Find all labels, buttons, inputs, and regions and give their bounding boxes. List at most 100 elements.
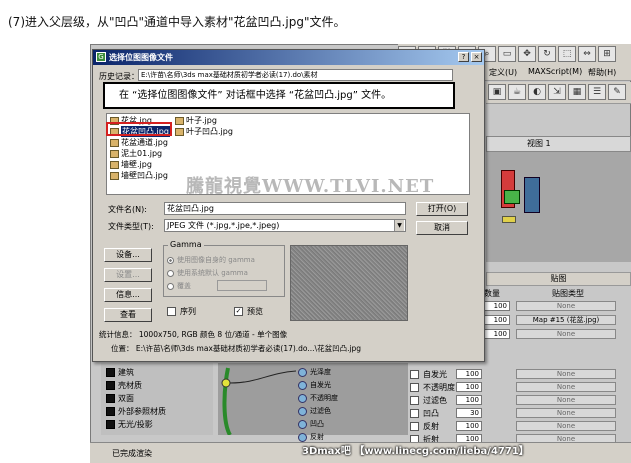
filename-label: 文件名(N): bbox=[108, 205, 147, 214]
help-button[interactable]: ? bbox=[458, 52, 469, 62]
material-swatch-icon bbox=[106, 367, 115, 377]
file-column-2: 叶子.jpg 叶子凹凸.jpg bbox=[175, 115, 233, 137]
render-icon[interactable]: ▣ bbox=[488, 84, 506, 100]
file-item[interactable]: 叶子凹凸.jpg bbox=[175, 126, 233, 137]
map-slot-3[interactable]: None bbox=[516, 369, 616, 379]
file-item[interactable]: 花盆通道.jpg bbox=[110, 137, 170, 148]
map-slot-1[interactable]: Map #15 (花盆.jpg) bbox=[516, 315, 616, 325]
map-amount-6[interactable]: 30 bbox=[456, 408, 482, 418]
map-check[interactable] bbox=[410, 422, 419, 431]
map-amount-2[interactable]: 100 bbox=[484, 329, 510, 339]
map-slot-2[interactable]: None bbox=[516, 329, 616, 339]
assign-icon[interactable]: ⇲ bbox=[548, 84, 566, 100]
map-slot-5[interactable]: None bbox=[516, 395, 616, 405]
menu-maxscript[interactable]: MAXScript(M) bbox=[528, 67, 582, 76]
bottom-watermark: 3Dmax吧 【www.linecg.com/lieba/4771】 bbox=[302, 446, 529, 457]
view-button[interactable]: 查看 bbox=[104, 308, 152, 322]
region-icon[interactable]: ▭ bbox=[498, 46, 516, 62]
node-socket-icon bbox=[298, 380, 307, 390]
map-amount-0[interactable]: 100 bbox=[484, 301, 510, 311]
filename-input[interactable]: 花盆凹凸.jpg bbox=[164, 202, 406, 215]
cancel-button[interactable]: 取消 bbox=[416, 221, 468, 235]
map-amount-5[interactable]: 100 bbox=[456, 395, 482, 405]
teapot-icon[interactable]: ☕ bbox=[508, 84, 526, 100]
pick-icon[interactable]: ✎ bbox=[608, 84, 626, 100]
material-item[interactable]: 双面 bbox=[106, 392, 134, 404]
dialog-title: 选择位图图像文件 bbox=[93, 50, 484, 65]
setup-button[interactable]: 设备... bbox=[104, 248, 152, 262]
tutorial-caption: (7)进入父层级，从"凹凸"通道中导入素材"花盆凹凸.jpg"文件。 bbox=[8, 15, 346, 29]
map-check[interactable] bbox=[410, 396, 419, 405]
move-icon[interactable]: ✥ bbox=[518, 46, 536, 62]
node-green bbox=[504, 190, 520, 204]
viewport-label[interactable]: 视图 1 bbox=[486, 136, 631, 152]
mirror-icon[interactable]: ⇔ bbox=[578, 46, 596, 62]
node-slot[interactable]: 光泽度 bbox=[298, 366, 331, 378]
background-icon[interactable]: ▦ bbox=[568, 84, 586, 100]
node-slot[interactable]: 不透明度 bbox=[298, 392, 338, 404]
settings-button[interactable]: 设置... bbox=[104, 268, 152, 282]
menu-help[interactable]: 帮助(H) bbox=[588, 67, 616, 78]
file-item[interactable]: 墙壁凹凸.jpg bbox=[110, 170, 170, 181]
material-item[interactable]: 建筑 bbox=[106, 366, 134, 378]
close-button[interactable]: × bbox=[471, 52, 482, 62]
material-icon[interactable]: ◐ bbox=[528, 84, 546, 100]
status-text: 已完成渲染 bbox=[112, 449, 152, 458]
map-check[interactable] bbox=[410, 383, 419, 392]
material-editor-toolbar: ▣ ☕ ◐ ⇲ ▦ ☰ ✎ bbox=[486, 82, 631, 104]
image-file-icon bbox=[110, 171, 119, 180]
material-item[interactable]: 外部参照材质 bbox=[106, 405, 166, 417]
map-slot-7[interactable]: None bbox=[516, 421, 616, 431]
rotate-icon[interactable]: ↻ bbox=[538, 46, 556, 62]
map-slot-4[interactable]: None bbox=[516, 382, 616, 392]
file-item[interactable]: 墙壁.jpg bbox=[110, 159, 170, 170]
map-row-opacity: 不透明度 bbox=[410, 382, 455, 393]
watermark: 騰龍視覺WWW.TLVI.NET bbox=[186, 176, 435, 197]
file-item[interactable]: 叶子.jpg bbox=[175, 115, 233, 126]
node-slot[interactable]: 过滤色 bbox=[298, 405, 331, 417]
info-button[interactable]: 信息... bbox=[104, 288, 152, 302]
map-check[interactable] bbox=[410, 409, 419, 418]
gamma-radio-system[interactable]: 使用系统默认 gamma bbox=[167, 268, 248, 278]
filetype-select[interactable]: JPEG 文件 (*.jpg,*.jpe,*.jpeg) ▼ bbox=[164, 219, 406, 232]
gamma-radio-image[interactable]: 使用图像自身的 gamma bbox=[167, 255, 255, 265]
preview-checkbox[interactable]: ✓ 预览 bbox=[234, 306, 263, 317]
sequence-checkbox[interactable]: 序列 bbox=[167, 306, 196, 317]
gamma-radio-override[interactable]: 覆盖 bbox=[167, 281, 191, 291]
node-yellow bbox=[502, 216, 516, 223]
maps-header[interactable]: 贴图 bbox=[486, 272, 631, 286]
node-socket-icon bbox=[298, 432, 307, 442]
align-icon[interactable]: ⊞ bbox=[598, 46, 616, 62]
map-slot-0[interactable]: None bbox=[516, 301, 616, 311]
bump-map-preview bbox=[290, 245, 408, 321]
statistics-text: 统计信息： 1000x750, RGB 颜色 8 位/通道 - 单个图像 bbox=[99, 330, 288, 339]
chevron-down-icon[interactable]: ▼ bbox=[394, 220, 404, 231]
image-file-icon bbox=[110, 138, 119, 147]
amount-header: 数量 bbox=[484, 289, 500, 298]
node-slot[interactable]: 自发光 bbox=[298, 379, 331, 391]
map-check[interactable] bbox=[410, 370, 419, 379]
map-amount-1[interactable]: 100 bbox=[484, 315, 510, 325]
map-amount-4[interactable]: 100 bbox=[456, 382, 482, 392]
map-slot-6[interactable]: None bbox=[516, 408, 616, 418]
history-dropdown[interactable]: E:\许苗\名师\3ds max基础材质初学者必读(17).do\素材 bbox=[138, 69, 453, 81]
open-button[interactable]: 打开(O) bbox=[416, 202, 468, 216]
material-swatch-icon bbox=[106, 406, 115, 416]
scale-icon[interactable]: ⬚ bbox=[558, 46, 576, 62]
file-item[interactable]: 泥土01.jpg bbox=[110, 148, 170, 159]
view-area[interactable] bbox=[486, 152, 631, 262]
map-amount-7[interactable]: 100 bbox=[456, 421, 482, 431]
menu-customize[interactable]: 定义(U) bbox=[489, 67, 517, 78]
node-blue bbox=[524, 177, 540, 213]
maptype-header: 贴图类型 bbox=[552, 289, 584, 298]
gamma-override-spinner[interactable] bbox=[217, 280, 267, 291]
checkmark-icon: ✓ bbox=[234, 307, 243, 316]
map-amount-3[interactable]: 100 bbox=[456, 369, 482, 379]
material-item[interactable]: 壳材质 bbox=[106, 379, 142, 391]
options-icon[interactable]: ☰ bbox=[588, 84, 606, 100]
material-item[interactable]: 无光/投影 bbox=[106, 418, 153, 430]
radio-icon bbox=[167, 269, 174, 277]
node-slot[interactable]: 凹凸 bbox=[298, 418, 324, 430]
node-socket-icon bbox=[298, 419, 307, 429]
location-text: 位置： E:\许苗\名师\3ds max基础材质初学者必读(17).do...\… bbox=[111, 344, 362, 353]
